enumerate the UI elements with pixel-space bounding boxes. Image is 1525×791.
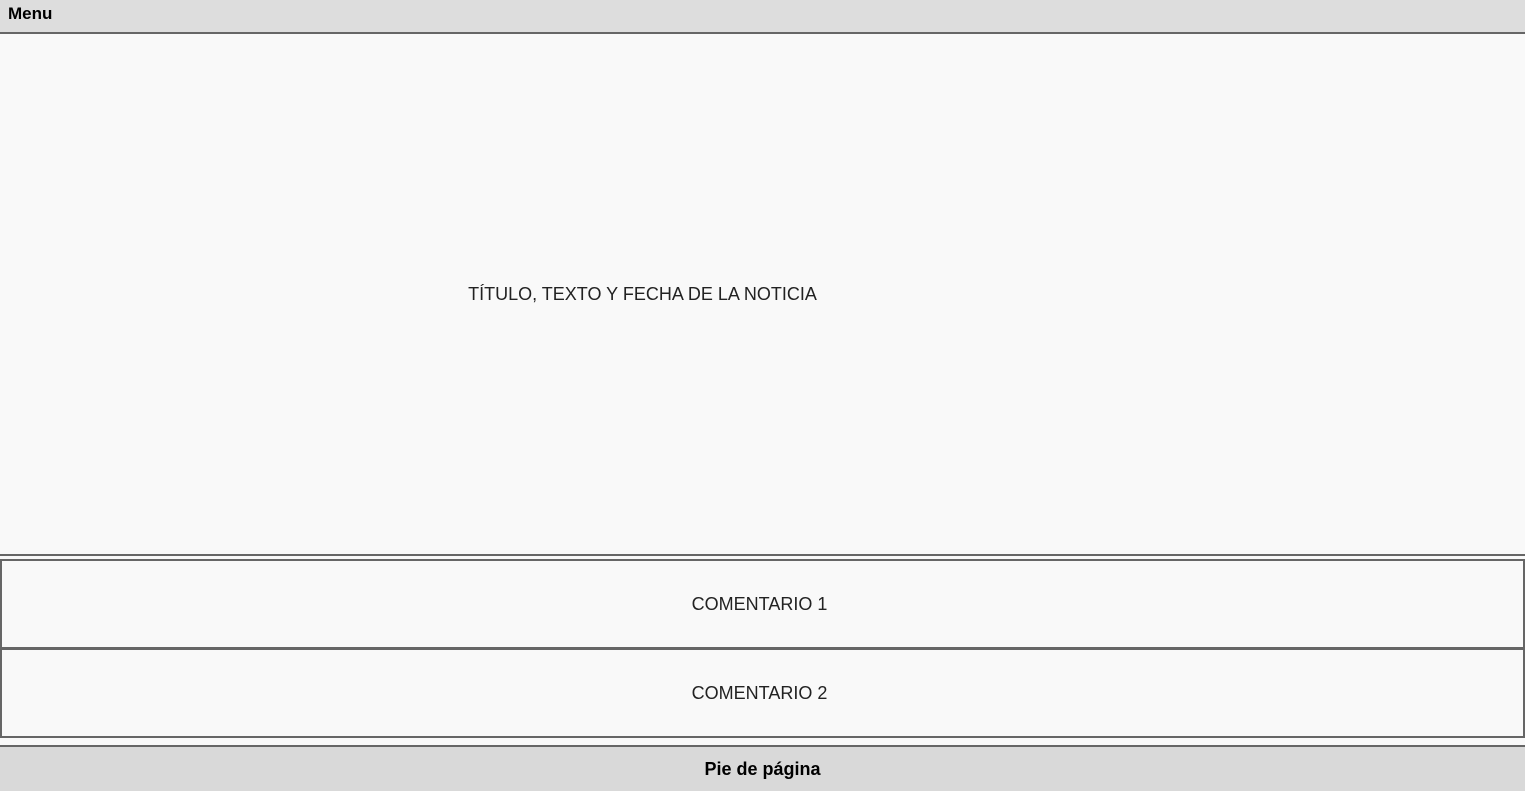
news-section: TÍTULO, TEXTO Y FECHA DE LA NOTICIA xyxy=(0,34,1525,556)
comment-box-2: COMENTARIO 2 xyxy=(0,648,1525,738)
comment-label-2: COMENTARIO 2 xyxy=(691,682,828,703)
menu-label[interactable]: Menu xyxy=(8,4,52,24)
footer-label: Pie de página xyxy=(704,758,821,779)
page: Menu TÍTULO, TEXTO Y FECHA DE LA NOTICIA… xyxy=(0,0,1525,791)
menu-bar[interactable]: Menu xyxy=(0,0,1525,34)
news-content-placeholder: TÍTULO, TEXTO Y FECHA DE LA NOTICIA xyxy=(468,283,817,304)
footer: Pie de página xyxy=(0,745,1525,791)
comment-box-1: COMENTARIO 1 xyxy=(0,559,1525,649)
comment-label-1: COMENTARIO 1 xyxy=(691,593,828,614)
